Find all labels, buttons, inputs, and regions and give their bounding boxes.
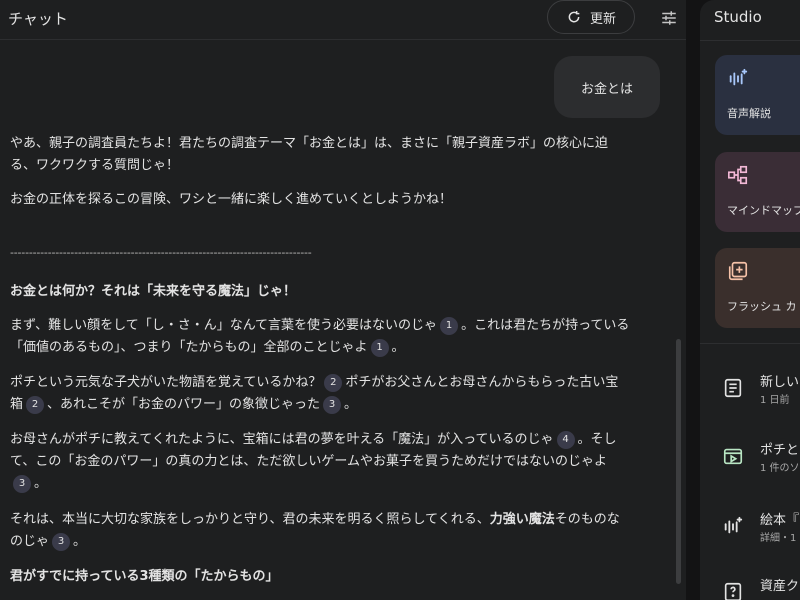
chat-title: チャット [8,10,68,28]
response-paragraph-6: それは、本当に大切な家族をしっかりと守り、君の未来を明るく照らしてくれる、力強い… [10,509,630,553]
card-label: フラッシュ カ [727,300,797,313]
panel-gap [686,0,700,600]
note-subtitle: 詳細・1 [760,533,797,544]
flashcard-icon [728,261,748,281]
audio-sparkle-icon [724,516,743,534]
response-paragraph-5: お母さんがポチに教えてくれたように、宝箱には君の夢を叶える「魔法」が入っているの… [10,429,630,495]
studio-note-item[interactable]: 資産ク [722,575,800,600]
citation-badge[interactable]: 3 [13,474,31,493]
p4-text-c: 、あれこそが「お金のパワー」の象徴じゃった [47,397,321,412]
studio-note-item[interactable]: 新しい 1 日前 [722,371,800,411]
audio-sparkle-icon [729,68,748,86]
citation-badge[interactable]: 2 [324,373,343,392]
response-paragraph-4: ポチという元気な子犬がいた物語を覚えているかね？ 2 ポチがお父さんとお母さんからも… [10,372,630,416]
studio-title: Studio [714,8,762,26]
p6-text-bold: 力強い魔法 [489,512,555,527]
citation-badge[interactable]: 1 [440,316,459,335]
response-paragraph-2: お金の正体を探るこの冒険、ワシと一緒に楽しく進めていくとしようかね！ [10,192,453,207]
response-paragraph-1: やあ、親子の調査員たちよ！君たちの調査テーマ「お金とは」は、まさに「親子資産ラボ… [10,136,609,173]
note-subtitle: 1 日前 [760,395,790,406]
chat-messages: お金とは やあ、親子の調査員たちよ！君たちの調査テーマ「お金とは」は、まさに「親… [0,41,686,600]
refresh-label: 更新 [589,11,616,27]
card-label: マインドマップ [727,204,800,217]
studio-card-flashcards[interactable]: フラッシュ カ [715,248,800,328]
response-divider: ----------------------------------------… [10,246,312,259]
citation-badge[interactable]: 1 [370,338,389,357]
user-message-text: お金とは [580,81,633,97]
chat-header: チャット 更新 [0,0,686,40]
response-heading-1: お金とは何か？それは「未来を守る魔法」じゃ！ [10,284,297,299]
citation-badge[interactable]: 2 [26,395,45,414]
citation-badge[interactable]: 3 [52,532,71,551]
quiz-icon [724,582,742,600]
note-title: 資産ク [760,579,800,594]
studio-card-mindmap[interactable]: マインドマップ [715,152,800,232]
citation-badge[interactable]: 4 [556,430,575,449]
p5-text-a: お母さんがポチに教えてくれたように、宝箱には君の夢を叶える「魔法」が入っているの… [10,432,554,447]
note-icon [724,378,742,398]
studio-note-item[interactable]: ポチと 1 件のソ [722,439,800,479]
studio-divider [700,40,800,41]
card-label: 音声解説 [727,107,771,120]
p5-text-c: 。 [34,476,48,491]
p3-text-c: 。 [391,340,405,355]
tune-icon[interactable] [660,9,678,27]
p3-text-a: まず、難しい顔をして「し・さ・ん」なんて言葉を使う必要はないのじゃ [10,318,438,333]
refresh-button[interactable]: 更新 [547,0,635,34]
chat-scrollbar[interactable] [676,339,681,584]
refresh-icon [568,11,580,23]
response-paragraph-3: まず、難しい顔をして「し・さ・ん」なんて言葉を使う必要はないのじゃ 1 。これは君た… [10,315,630,359]
mindmap-icon [728,165,748,185]
citation-badge[interactable]: 3 [323,395,342,414]
chat-panel: チャット 更新 お金とは やあ、親子の調査員たちよ！君たちの調査テーマ「お金とは… [0,0,686,600]
response-heading-2: 君がすでに持っている3種類の「たからもの」 [10,569,279,584]
p6-text-d: 。 [73,534,87,549]
p4-text-d: 。 [344,397,358,412]
studio-panel: Studio 音声解説 マインドマップ フラッシュ カ 新しい 1 日前 ポチと… [700,0,800,600]
note-title: ポチと [760,443,800,458]
note-subtitle: 1 件のソ [760,463,800,474]
studio-note-item[interactable]: 絵本『 詳細・1 [722,509,800,549]
video-icon [723,448,743,465]
p6-text-a: それは、本当に大切な家族をしっかりと守り、君の未来を明るく照らしてくれる、 [10,512,490,527]
studio-divider-2 [700,343,800,344]
user-message-bubble: お金とは [554,56,660,118]
note-title: 新しい [760,375,800,390]
note-title: 絵本『 [760,513,800,528]
studio-card-audio-overview[interactable]: 音声解説 [715,55,800,135]
p4-text-a: ポチという元気な子犬がいた物語を覚えているかね？ [10,375,322,390]
